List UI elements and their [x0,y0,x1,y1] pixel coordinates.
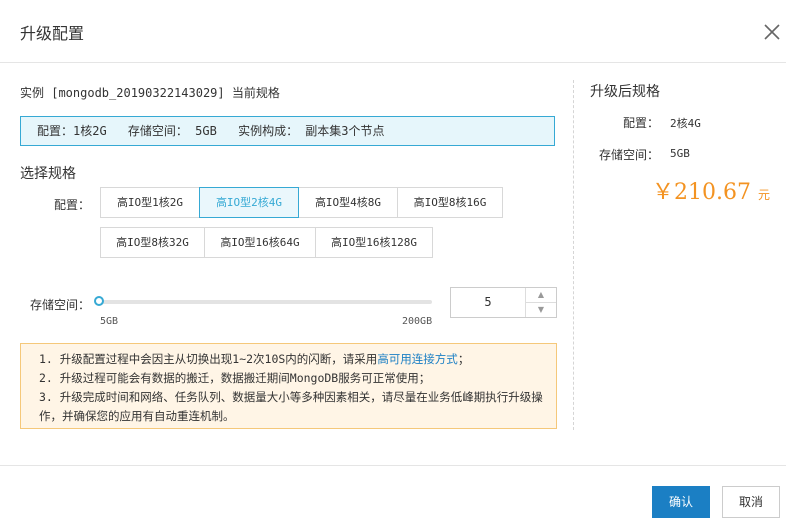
after-spec-heading: 升级后规格 [590,84,660,100]
notice-line-1: 1. 升级配置过程中会因主从切换出现1~2次10S内的闪断，请采用高可用连接方式… [39,352,470,366]
current-storage: 存储空间： 5GB [127,124,217,138]
price-amount: ￥210.67 [652,180,751,205]
dialog-title: 升级配置 [20,24,85,43]
notice-line-2: 2. 升级过程可能会有数据的搬迁，数据搬迁期间MongoDB服务可正常使用； [39,371,431,385]
spec-option-1c2g[interactable]: 高IO型1核2G [100,187,200,218]
storage-min-label: 5GB [100,316,119,327]
select-spec-heading: 选择规格 [20,166,76,182]
upgrade-notice: 1. 升级配置过程中会因主从切换出现1~2次10S内的闪断，请采用高可用连接方式… [20,343,557,429]
confirm-button[interactable]: 确认 [652,486,710,518]
storage-slider-handle[interactable] [94,296,104,306]
decrement-button[interactable]: ▼ [526,303,556,317]
spec-option-2c4g[interactable]: 高IO型2核4G [199,187,299,218]
price: ￥210.67 元 [652,174,770,206]
column-divider [573,80,574,430]
current-spec-box: 配置：1核2G 存储空间： 5GB 实例构成： 副本集3个节点 [20,116,555,146]
config-label: 配置： [54,198,91,212]
storage-max-label: 200GB [402,316,433,327]
spec-option-16c64g[interactable]: 高IO型16核64G [204,227,316,258]
storage-stepper[interactable]: 5 ▲ ▼ [450,287,557,318]
notice-line-3: 3. 升级完成时间和网络、任务队列、数据量大小等多种因素相关，请尽量在业务低峰期… [39,390,543,423]
current-composition: 实例构成： 副本集3个节点 [238,124,385,138]
storage-label: 存储空间： [30,298,91,312]
price-unit: 元 [757,188,770,202]
ha-connection-link[interactable]: 高可用连接方式 [377,352,458,366]
spec-option-8c32g[interactable]: 高IO型8核32G [100,227,205,258]
cancel-button[interactable]: 取消 [722,486,780,518]
close-icon[interactable] [762,22,782,42]
current-spec-line: 实例 [mongodb_20190322143029] 当前规格 [20,86,280,100]
after-storage-label: 存储空间： [599,148,660,162]
after-config-value: 2核4G [670,117,701,130]
after-storage-value: 5GB [670,147,690,160]
chevron-down-icon: ▼ [537,305,545,314]
spec-option-4c8g[interactable]: 高IO型4核8G [298,187,398,218]
footer-divider [0,465,786,466]
storage-input[interactable]: 5 [451,288,526,317]
chevron-up-icon: ▲ [537,290,545,299]
spec-option-16c128g[interactable]: 高IO型16核128G [315,227,433,258]
spec-option-8c16g[interactable]: 高IO型8核16G [397,187,503,218]
current-config: 配置：1核2G [37,124,107,138]
after-config-label: 配置： [623,116,660,130]
increment-button[interactable]: ▲ [526,288,556,303]
storage-slider-track[interactable] [100,300,432,304]
dialog-header: 升级配置 [0,0,786,63]
